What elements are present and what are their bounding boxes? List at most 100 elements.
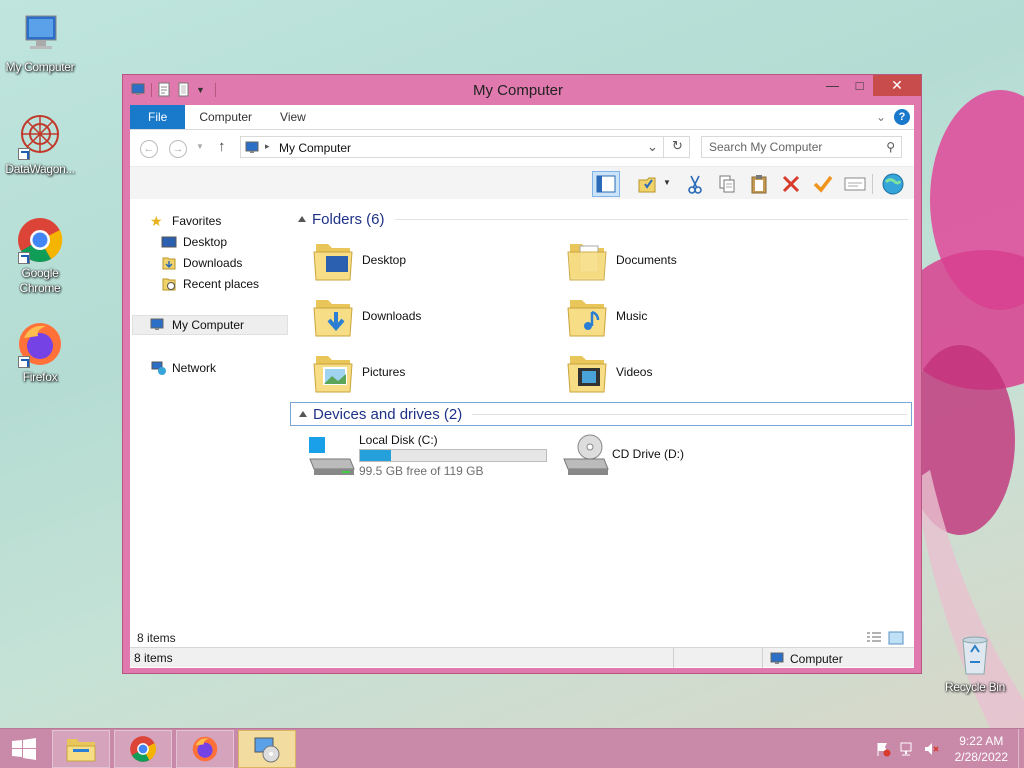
select-dropdown-icon[interactable]: ▼: [663, 178, 671, 187]
folder-downloads[interactable]: Downloads: [310, 290, 421, 342]
status-location: Computer: [790, 652, 843, 666]
network-tray-icon[interactable]: [899, 741, 915, 757]
drive-free-space: 99.5 GB free of 119 GB: [359, 464, 484, 478]
clock-date: 2/28/2022: [954, 750, 1008, 764]
folder-name: Music: [616, 309, 648, 323]
explorer-window[interactable]: ▼ My Computer — □ ✕ File Computer View ⌄…: [122, 74, 922, 674]
group-header-devices[interactable]: Devices and drives (2): [290, 402, 912, 426]
nav-desktop[interactable]: Desktop: [161, 232, 227, 252]
nav-downloads[interactable]: Downloads: [161, 253, 242, 273]
status-item-count: 8 items: [134, 651, 173, 665]
minimize-button[interactable]: —: [819, 75, 846, 96]
show-desktop-button[interactable]: [1018, 729, 1024, 768]
desktop-icon-datawagon[interactable]: DataWagon...: [0, 112, 80, 177]
address-row: ← → ▼ ↑ ▸ My Computer ⌄ ↻ ⚲: [130, 130, 914, 166]
group-title: Devices and drives (2): [313, 405, 463, 423]
items-pane: Folders (6) Desktop Documents Downloads: [290, 201, 914, 621]
details-view-icon[interactable]: [866, 631, 882, 645]
search-icon[interactable]: ⚲: [886, 140, 895, 154]
taskbar-file-explorer[interactable]: [52, 730, 110, 768]
address-bar[interactable]: ▸ My Computer ⌄: [240, 136, 690, 158]
folder-music[interactable]: Music: [564, 290, 647, 342]
tab-computer[interactable]: Computer: [185, 105, 266, 129]
folder-desktop[interactable]: Desktop: [310, 234, 406, 286]
checklist-icon: [638, 177, 656, 193]
title-bar[interactable]: ▼ My Computer — □ ✕: [123, 75, 921, 105]
volume-muted-icon[interactable]: [923, 741, 939, 757]
group-header-folders[interactable]: Folders (6): [290, 207, 912, 231]
delete-button[interactable]: [777, 171, 805, 197]
cut-button[interactable]: [681, 171, 709, 197]
globe-icon: [882, 173, 904, 195]
folder-pictures[interactable]: Pictures: [310, 346, 405, 398]
nav-my-computer[interactable]: My Computer: [132, 315, 288, 335]
item-count: 8 items: [137, 631, 176, 645]
help-icon[interactable]: ?: [894, 109, 910, 125]
network-button[interactable]: [879, 171, 907, 197]
pictures-folder-icon: [313, 356, 353, 393]
cd-drive-icon: [563, 434, 609, 475]
properties-button[interactable]: [841, 171, 869, 197]
copy-icon: [719, 175, 735, 193]
start-button[interactable]: [0, 729, 48, 768]
documents-folder-icon: [567, 244, 607, 281]
recycle-bin-icon: [951, 630, 999, 678]
nav-favorites[interactable]: ★ Favorites: [150, 211, 221, 231]
address-dropdown-icon[interactable]: ⌄: [647, 139, 658, 155]
delete-x-icon: [782, 175, 800, 193]
up-button[interactable]: ↑: [218, 138, 226, 155]
rename-button[interactable]: [809, 171, 837, 197]
folder-name: Downloads: [362, 309, 422, 323]
collapse-arrow-icon[interactable]: [298, 216, 306, 222]
taskbar-firefox[interactable]: [176, 730, 234, 768]
nav-network[interactable]: Network: [150, 358, 216, 378]
clock-time: 9:22 AM: [959, 734, 1004, 748]
system-tray: 9:22 AM 2/28/2022: [875, 729, 1024, 768]
breadcrumb-chevron-icon[interactable]: ▸: [265, 141, 270, 152]
back-button[interactable]: ←: [140, 140, 158, 158]
layout-icon: [596, 175, 616, 193]
datawagon-icon: [16, 112, 64, 160]
taskbar-my-computer[interactable]: [238, 730, 296, 768]
folder-documents[interactable]: Documents: [564, 234, 677, 286]
close-button[interactable]: ✕: [873, 75, 921, 96]
maximize-button[interactable]: □: [846, 75, 873, 96]
action-center-flag-icon[interactable]: [875, 741, 891, 757]
collapse-arrow-icon[interactable]: [299, 411, 307, 417]
tab-view[interactable]: View: [266, 105, 320, 129]
desktop-icon-firefox[interactable]: Firefox: [0, 320, 80, 385]
tab-file[interactable]: File: [130, 105, 186, 129]
desktop-folder-icon: [313, 244, 353, 281]
expand-ribbon-icon[interactable]: ⌄: [876, 110, 886, 124]
desktop-icon-label: Firefox: [22, 370, 58, 384]
computer-cd-icon: [254, 737, 280, 763]
large-icons-view-icon[interactable]: [888, 631, 904, 645]
forward-button[interactable]: →: [169, 140, 187, 158]
nav-recent-places[interactable]: Recent places: [161, 274, 259, 294]
search-box[interactable]: ⚲: [701, 136, 902, 158]
drive-cd-d[interactable]: CD Drive (D:): [560, 433, 684, 481]
folder-name: Pictures: [362, 365, 406, 379]
file-explorer-icon: [66, 739, 96, 762]
paste-button[interactable]: [745, 171, 773, 197]
select-button[interactable]: [633, 171, 661, 197]
taskbar-chrome[interactable]: [114, 730, 172, 768]
drive-name: Local Disk (C:): [359, 433, 438, 447]
network-icon: [151, 361, 166, 375]
drive-local-disk-c[interactable]: Local Disk (C:) 99.5 GB free of 119 GB: [306, 433, 547, 481]
content-area: ★ Favorites Desktop Downloads Recent pla…: [130, 201, 914, 621]
recent-locations-icon[interactable]: ▼: [196, 142, 204, 151]
search-input[interactable]: [702, 137, 872, 157]
shortcut-arrow-icon: [18, 252, 30, 264]
firefox-icon: [16, 320, 64, 368]
folder-videos[interactable]: Videos: [564, 346, 652, 398]
downloads-folder-icon: [313, 300, 353, 337]
desktop-icon-chrome[interactable]: Google Chrome: [0, 216, 80, 296]
refresh-button[interactable]: ↻: [663, 136, 691, 158]
desktop-icon-recycle-bin[interactable]: Recycle Bin: [935, 630, 1015, 695]
clock[interactable]: 9:22 AM 2/28/2022: [955, 733, 1008, 765]
desktop-icon-my-computer[interactable]: My Computer: [0, 10, 80, 75]
downloads-small-icon: [162, 257, 176, 270]
copy-button[interactable]: [713, 171, 741, 197]
preview-pane-button[interactable]: [592, 171, 620, 197]
